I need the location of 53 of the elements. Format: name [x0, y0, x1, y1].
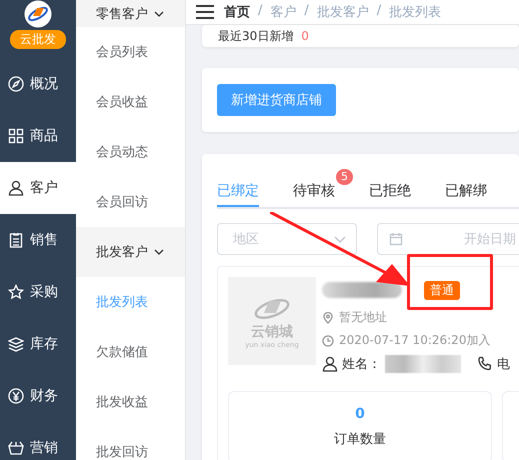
stat-label: 订单数量	[334, 431, 386, 448]
breadcrumb-item[interactable]: 首页	[224, 3, 250, 21]
nav-item[interactable]: 概况	[0, 58, 76, 110]
basket-icon	[8, 440, 24, 456]
nav-item[interactable]: 商品	[0, 110, 76, 162]
chevron-down-icon	[154, 247, 164, 257]
nav-item[interactable]: 销售	[0, 214, 76, 266]
menu-icon	[196, 5, 214, 19]
nav-item[interactable]: 财务	[0, 370, 76, 422]
start-date-field[interactable]: 开始日期	[377, 223, 519, 255]
summary-value: 0	[301, 29, 309, 43]
layers-icon	[8, 336, 24, 352]
submenu-group[interactable]: 零售客户	[76, 0, 185, 27]
clock-icon	[322, 334, 334, 346]
submenu-item[interactable]: 批发回访	[76, 427, 185, 460]
breadcrumb-separator: /	[258, 3, 262, 20]
yen-icon	[8, 388, 24, 404]
address-text: 暂无地址	[339, 309, 387, 326]
tab[interactable]: 已解绑	[445, 169, 487, 207]
location-pin-icon	[322, 312, 334, 324]
user-icon	[8, 180, 24, 196]
chevron-down-icon	[154, 8, 164, 18]
nav-item[interactable]: 库存	[0, 318, 76, 370]
calendar-icon	[389, 232, 403, 246]
submenu-group[interactable]: 批发客户	[76, 227, 185, 277]
stat-value: 0	[355, 406, 365, 422]
logo-icon	[24, 0, 52, 28]
submenu-item[interactable]: 欠款储值	[76, 327, 185, 377]
star-icon	[8, 284, 24, 300]
submenu-item[interactable]: 会员列表	[76, 27, 185, 77]
compass-icon	[8, 76, 24, 92]
region-select[interactable]: 地区	[217, 223, 357, 255]
breadcrumb-separator: /	[376, 3, 382, 20]
summary-label: 最近30日新增	[218, 28, 294, 44]
clipboard-icon	[8, 232, 24, 248]
submenu-item[interactable]: 批发收益	[76, 377, 185, 427]
submenu-item[interactable]: 会员收益	[76, 77, 185, 127]
nav-item[interactable]: 客户	[0, 162, 76, 214]
submenu-item[interactable]: 会员回访	[76, 177, 185, 227]
breadcrumb-separator: /	[304, 3, 309, 20]
count-badge: 5	[336, 169, 353, 185]
brand-badge: 云批发	[10, 30, 66, 49]
nav-item[interactable]: 采购	[0, 266, 76, 318]
grid-icon	[8, 128, 24, 144]
nav-item[interactable]: 营销	[0, 422, 76, 460]
submenu-item[interactable]: 会员动态	[76, 127, 185, 177]
level-tag: 普通	[424, 280, 460, 300]
user-icon	[322, 356, 338, 372]
name-label: 姓名：	[342, 356, 381, 373]
phone-label: 电	[497, 356, 510, 373]
joined-time: 2020-07-17 10:26:20加入	[339, 332, 490, 349]
tab[interactable]: 已拒绝	[369, 169, 411, 207]
phone-icon	[477, 356, 493, 372]
